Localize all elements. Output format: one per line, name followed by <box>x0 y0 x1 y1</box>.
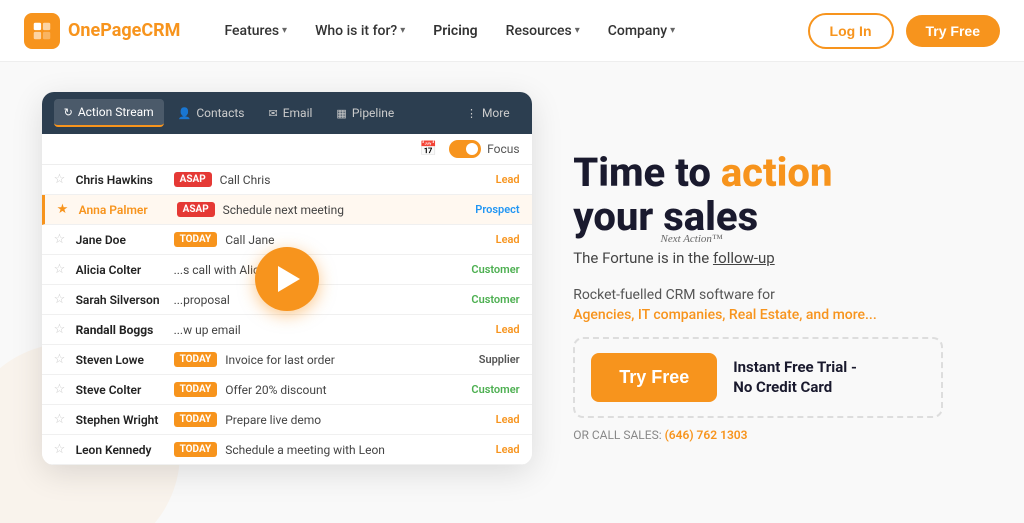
logo-icon <box>24 13 60 49</box>
logo-text: OnePageCRM <box>68 20 180 41</box>
contact-type: Customer <box>471 383 519 396</box>
status-badge: TODAY <box>174 382 218 397</box>
email-icon: ✉ <box>268 107 277 120</box>
play-button[interactable] <box>255 247 319 311</box>
focus-toggle[interactable]: Focus <box>449 140 519 158</box>
star-icon[interactable]: ★ <box>57 202 71 217</box>
table-row: ☆ Randall Boggs ...w up email Lead <box>42 315 532 345</box>
star-icon[interactable]: ☆ <box>54 262 68 277</box>
nav-item-features[interactable]: Features ▾ <box>212 15 299 47</box>
cta-text-line2: No Credit Card <box>733 378 857 398</box>
contact-type: Supplier <box>479 353 520 366</box>
chevron-down-icon: ▾ <box>400 25 405 36</box>
tagline-text: Rocket-fuelled CRM software for <box>573 287 996 303</box>
contacts-icon: 👤 <box>178 107 192 120</box>
contact-type: Customer <box>471 293 519 306</box>
navbar: OnePageCRM Features ▾ Who is it for? ▾ P… <box>0 0 1024 62</box>
cta-description: Instant Free Trial - No Credit Card <box>733 358 857 397</box>
status-badge: TODAY <box>174 232 218 247</box>
action-stream-icon: ↻ <box>64 106 73 119</box>
widget-toolbar: 📅 Focus <box>42 134 532 165</box>
chevron-down-icon: ▾ <box>575 25 580 36</box>
try-free-main-button[interactable]: Try Free <box>591 353 717 402</box>
nav-item-who[interactable]: Who is it for? ▾ <box>303 15 417 47</box>
calendar-icon[interactable]: 📅 <box>420 141 437 157</box>
chevron-down-icon: ▾ <box>670 25 675 36</box>
left-panel: ↻ Action Stream 👤 Contacts ✉ Email ▦ Pip… <box>0 62 563 523</box>
star-icon[interactable]: ☆ <box>54 322 68 337</box>
contact-type: Lead <box>496 323 520 336</box>
table-row: ☆ Chris Hawkins ASAP Call Chris Lead <box>42 165 532 195</box>
phone-link[interactable]: (646) 762 1303 <box>665 428 748 442</box>
nav-item-company[interactable]: Company ▾ <box>596 15 687 47</box>
star-icon[interactable]: ☆ <box>54 292 68 307</box>
contact-type: Prospect <box>475 203 519 216</box>
chevron-down-icon: ▾ <box>282 25 287 36</box>
headline: Time to action your sales <box>573 151 996 239</box>
status-badge: TODAY <box>174 352 218 367</box>
table-row: ☆ Leon Kennedy TODAY Schedule a meeting … <box>42 435 532 465</box>
tab-more[interactable]: ⋮ More <box>456 100 520 126</box>
main-content: ↻ Action Stream 👤 Contacts ✉ Email ▦ Pip… <box>0 62 1024 523</box>
nav-item-resources[interactable]: Resources ▾ <box>494 15 592 47</box>
star-icon[interactable]: ☆ <box>54 412 68 427</box>
contact-type: Customer <box>471 263 519 276</box>
star-icon[interactable]: ☆ <box>54 442 68 457</box>
contacts-list: ☆ Chris Hawkins ASAP Call Chris Lead ★ A… <box>42 165 532 465</box>
cta-box: Try Free Instant Free Trial - No Credit … <box>573 337 943 418</box>
status-badge: ASAP <box>174 172 212 187</box>
login-button[interactable]: Log In <box>808 13 894 49</box>
status-badge: TODAY <box>174 412 218 427</box>
nav-links: Features ▾ Who is it for? ▾ Pricing Reso… <box>212 15 807 47</box>
nav-actions: Log In Try Free <box>808 13 1000 49</box>
next-action-label: Next Action™ <box>661 231 723 248</box>
tab-email[interactable]: ✉ Email <box>258 100 322 126</box>
table-row: ☆ Steven Lowe TODAY Invoice for last ord… <box>42 345 532 375</box>
widget-tabs: ↻ Action Stream 👤 Contacts ✉ Email ▦ Pip… <box>42 92 532 134</box>
contact-type: Lead <box>496 173 520 186</box>
star-icon[interactable]: ☆ <box>54 382 68 397</box>
nav-item-pricing[interactable]: Pricing <box>421 15 489 47</box>
crm-widget: ↻ Action Stream 👤 Contacts ✉ Email ▦ Pip… <box>42 92 532 465</box>
right-panel: Time to action your sales Next Action™ T… <box>563 62 1024 523</box>
pipeline-icon: ▦ <box>336 107 346 120</box>
star-icon[interactable]: ☆ <box>54 352 68 367</box>
more-icon: ⋮ <box>466 107 477 120</box>
tab-pipeline[interactable]: ▦ Pipeline <box>326 100 404 126</box>
contact-type: Lead <box>496 443 520 456</box>
contact-type: Lead <box>496 413 520 426</box>
status-badge: TODAY <box>174 442 218 457</box>
tagline-section: Rocket-fuelled CRM software for Agencies… <box>573 287 996 323</box>
industries-text: Agencies, IT companies, Real Estate, and… <box>573 307 996 323</box>
status-badge: ASAP <box>177 202 215 217</box>
table-row: ☆ Steve Colter TODAY Offer 20% discount … <box>42 375 532 405</box>
cta-text-line1: Instant Free Trial - <box>733 358 857 378</box>
contact-type: Lead <box>496 233 520 246</box>
star-icon[interactable]: ☆ <box>54 172 68 187</box>
subheadline: Next Action™ The Fortune is in the follo… <box>573 247 775 270</box>
subheadline-wrap: Next Action™ The Fortune is in the follo… <box>573 247 996 274</box>
focus-toggle-switch[interactable] <box>449 140 481 158</box>
play-triangle-icon <box>278 266 300 292</box>
table-row: ★ Anna Palmer ASAP Schedule next meeting… <box>42 195 532 225</box>
tab-contacts[interactable]: 👤 Contacts <box>168 100 255 126</box>
logo[interactable]: OnePageCRM <box>24 13 180 49</box>
table-row: ☆ Stephen Wright TODAY Prepare live demo… <box>42 405 532 435</box>
try-free-nav-button[interactable]: Try Free <box>906 15 1000 47</box>
star-icon[interactable]: ☆ <box>54 232 68 247</box>
or-call-text: OR CALL SALES: (646) 762 1303 <box>573 428 996 442</box>
tab-action-stream[interactable]: ↻ Action Stream <box>54 99 164 127</box>
